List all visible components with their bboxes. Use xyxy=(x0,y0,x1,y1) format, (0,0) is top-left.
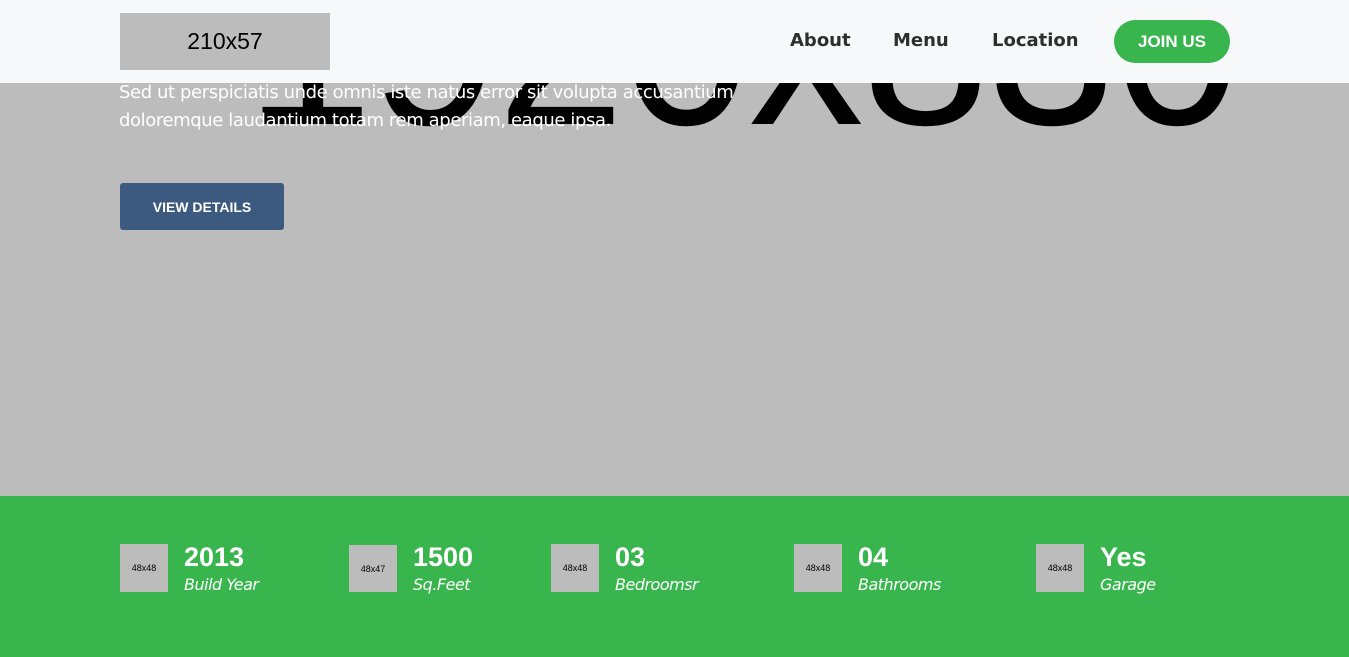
stat-label: Garage xyxy=(1100,575,1156,594)
stat-label: Bathrooms xyxy=(858,575,941,594)
garage-icon: 48x48 xyxy=(1036,544,1084,592)
stat-value: 2013 xyxy=(184,542,245,572)
logo[interactable]: 210x57 xyxy=(120,13,330,70)
stat-value: Yes xyxy=(1100,542,1147,572)
stat-value: 1500 xyxy=(413,542,474,572)
bathroom-icon: 48x48 xyxy=(794,544,842,592)
stat-value: 03 xyxy=(615,542,646,572)
stat-label: Sq.Feet xyxy=(413,575,471,594)
nav-item-about[interactable]: About xyxy=(790,30,851,52)
stat-label: Bedroomsr xyxy=(615,575,699,594)
join-us-button[interactable]: JOIN US xyxy=(1114,20,1230,63)
sq-feet-icon: 48x47 xyxy=(349,545,397,592)
nav-item-menu[interactable]: Menu xyxy=(893,30,949,52)
property-stats-bar: 48x48 2013 Build Year 48x47 1500 Sq.Feet… xyxy=(0,496,1349,657)
stat-value: 04 xyxy=(858,542,889,572)
site-header: 210x57 About Menu Location JOIN US xyxy=(0,0,1349,83)
bedroom-icon: 48x48 xyxy=(551,544,599,592)
nav-item-location[interactable]: Location xyxy=(992,30,1079,52)
hero-description: Sed ut perspiciatis unde omnis iste natu… xyxy=(119,82,734,131)
view-details-button[interactable]: VIEW DETAILS xyxy=(120,183,284,230)
build-year-icon: 48x48 xyxy=(120,544,168,592)
stat-label: Build Year xyxy=(184,575,259,594)
